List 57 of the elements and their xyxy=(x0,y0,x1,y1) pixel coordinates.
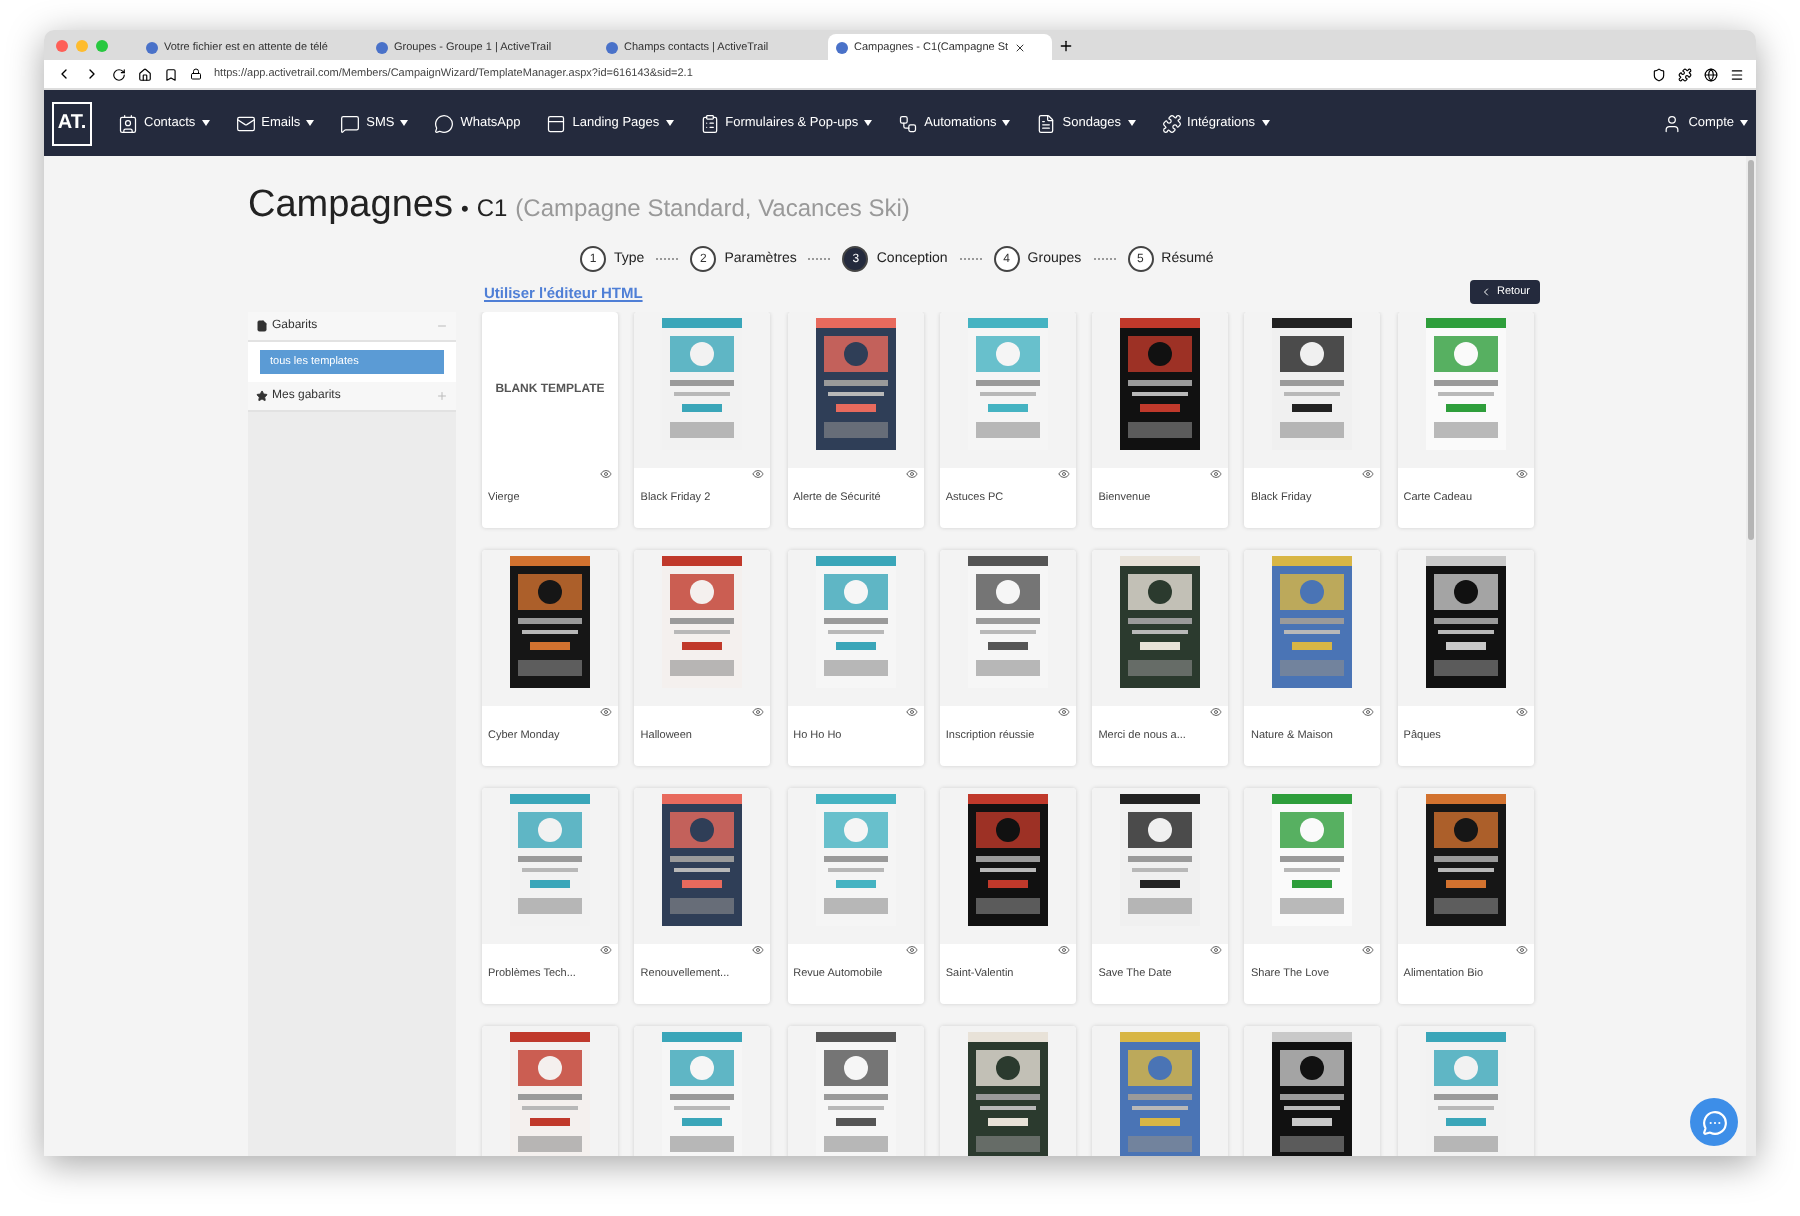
star-icon xyxy=(256,390,268,402)
chevron-left-icon xyxy=(1480,286,1493,298)
extensions-icon[interactable] xyxy=(1678,67,1692,81)
globe-icon[interactable] xyxy=(1704,67,1718,81)
nav-icon xyxy=(235,113,256,133)
preview-icon[interactable] xyxy=(1057,944,1070,956)
preview-icon[interactable] xyxy=(600,468,612,480)
preview-icon[interactable] xyxy=(1515,468,1528,480)
file-icon xyxy=(256,320,268,332)
reload-icon[interactable] xyxy=(112,67,126,81)
new-tab-icon[interactable] xyxy=(1058,37,1074,53)
preview-icon[interactable] xyxy=(1210,944,1223,956)
nav-icon xyxy=(340,113,361,133)
nav-icon xyxy=(699,113,720,133)
preview-icon[interactable] xyxy=(1210,706,1223,718)
preview-icon[interactable] xyxy=(752,468,765,480)
preview-icon[interactable] xyxy=(1057,468,1070,480)
separator-dot: • xyxy=(460,198,469,222)
nav-icon xyxy=(1036,113,1057,133)
campaign-code: C1 xyxy=(476,194,508,222)
nav-icon xyxy=(898,113,919,133)
home-icon[interactable] xyxy=(138,67,152,81)
site-icon xyxy=(836,41,848,53)
nav-icon xyxy=(118,113,138,133)
preview-icon[interactable] xyxy=(1362,468,1375,480)
nav-icon xyxy=(1161,113,1182,133)
preview-icon[interactable] xyxy=(600,944,612,956)
preview-icon[interactable] xyxy=(1515,944,1528,956)
preview-icon[interactable] xyxy=(752,706,765,718)
site-icon xyxy=(146,41,158,53)
preview-icon[interactable] xyxy=(1515,706,1528,718)
close-window-button[interactable] xyxy=(56,39,68,51)
nav-icon xyxy=(546,113,567,133)
back-icon[interactable] xyxy=(56,66,72,82)
preview-icon[interactable] xyxy=(905,944,918,956)
preview-icon[interactable] xyxy=(1362,944,1375,956)
site-icon xyxy=(606,41,618,53)
menu-icon[interactable] xyxy=(1730,67,1744,81)
preview-icon[interactable] xyxy=(1362,706,1375,718)
preview-icon[interactable] xyxy=(1057,706,1070,718)
preview-icon[interactable] xyxy=(905,706,918,718)
user-icon xyxy=(1662,113,1683,133)
shield-icon[interactable] xyxy=(1652,67,1666,81)
chat-icon xyxy=(1701,1109,1727,1135)
forward-icon[interactable] xyxy=(84,66,100,82)
preview-icon[interactable] xyxy=(600,706,612,718)
preview-icon[interactable] xyxy=(905,468,918,480)
preview-icon[interactable] xyxy=(752,944,765,956)
lock-icon xyxy=(190,68,202,80)
logo[interactable]: AT. xyxy=(52,101,92,145)
campaign-detail: (Campagne Standard, Vacances Ski) xyxy=(515,194,910,222)
nav-icon xyxy=(434,113,455,133)
preview-icon[interactable] xyxy=(1210,468,1223,480)
site-icon xyxy=(376,41,388,53)
bookmark-icon[interactable] xyxy=(164,67,178,81)
close-icon[interactable] xyxy=(1014,41,1027,53)
page-title: Campagnes xyxy=(248,184,453,228)
